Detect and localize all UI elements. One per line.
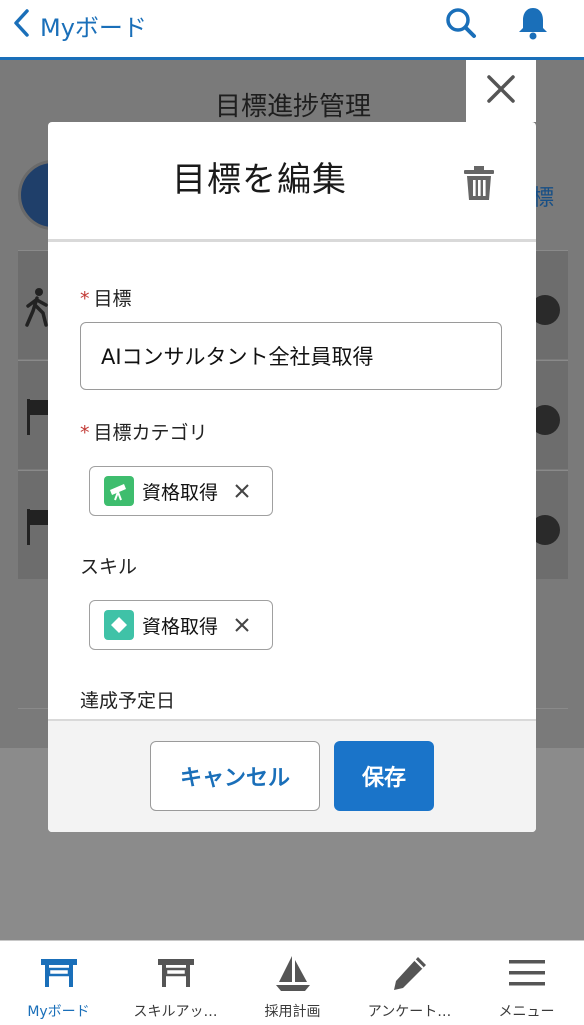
modal-header: 目標を編集 — [48, 122, 536, 242]
nav-item-survey[interactable]: アンケート… — [351, 941, 468, 1025]
flag-icon — [24, 507, 50, 551]
skill-field-label: スキル — [80, 552, 137, 579]
required-mark: * — [80, 288, 90, 310]
modal-footer: キャンセル 保存 — [48, 719, 536, 832]
board-icon — [156, 953, 196, 993]
category-tag-label: 資格取得 — [142, 481, 219, 504]
nav-label: メニュー — [498, 1004, 555, 1020]
skill-label-text: スキル — [80, 556, 138, 578]
back-button[interactable]: Myボード — [12, 8, 147, 42]
close-modal-button[interactable] — [466, 60, 536, 122]
back-label: Myボード — [40, 13, 147, 42]
goal-field-label: * 目標 — [80, 284, 132, 311]
flag-icon — [24, 397, 50, 441]
nav-item-hiring-plan[interactable]: 採用計画 — [234, 941, 351, 1025]
nav-item-menu[interactable]: メニュー — [468, 941, 584, 1025]
category-tag: 資格取得 — [89, 466, 273, 516]
goal-input-value: AIコンサルタント全社員取得 — [101, 345, 374, 369]
skill-tag-label: 資格取得 — [142, 615, 219, 638]
modal-title: 目標を編集 — [172, 160, 347, 200]
board-icon — [39, 953, 79, 993]
close-icon — [235, 618, 249, 632]
nav-label: アンケート… — [367, 1004, 452, 1020]
cancel-button[interactable]: キャンセル — [150, 741, 320, 811]
edit-goal-modal: 目標を編集 * 目標 AIコンサルタント全社員取得 * 目標カテゴリ 資格取得 スキ… — [48, 122, 536, 832]
nav-label: 採用計画 — [264, 1004, 321, 1020]
diamond-icon — [104, 610, 134, 640]
nav-item-skill-up[interactable]: スキルアッ… — [117, 941, 234, 1025]
nav-label: Myボード — [27, 1004, 90, 1020]
remove-category-button[interactable] — [232, 481, 252, 501]
nav-label: スキルアッ… — [133, 1004, 218, 1020]
search-button[interactable] — [444, 8, 478, 42]
pencil-icon — [391, 953, 429, 993]
bottom-nav: Myボード スキルアッ… 採用計画 アンケート… メニュー — [0, 940, 584, 1024]
sailboat-icon — [273, 953, 313, 993]
telescope-icon — [104, 476, 134, 506]
delete-button[interactable] — [462, 164, 496, 202]
bell-icon — [517, 6, 549, 44]
category-field-label: * 目標カテゴリ — [80, 418, 208, 445]
goal-input[interactable]: AIコンサルタント全社員取得 — [80, 322, 502, 390]
walking-person-icon — [24, 287, 50, 331]
due-date-field-label: 達成予定日 — [80, 686, 175, 713]
skill-tag: 資格取得 — [89, 600, 273, 650]
remove-skill-button[interactable] — [232, 615, 252, 635]
top-bar: Myボード — [0, 0, 584, 60]
hamburger-icon — [507, 953, 547, 993]
chevron-left-icon — [12, 8, 30, 42]
due-date-label-text: 達成予定日 — [80, 690, 176, 712]
category-label-text: 目標カテゴリ — [93, 422, 208, 444]
search-icon — [445, 7, 477, 43]
required-mark: * — [80, 422, 90, 444]
nav-item-my-board[interactable]: Myボード — [0, 941, 117, 1025]
trash-icon — [462, 166, 496, 206]
close-icon — [486, 74, 516, 108]
goal-label-text: 目標 — [93, 288, 132, 310]
save-button[interactable]: 保存 — [334, 741, 434, 811]
background-page-title: 目標進捗管理 — [215, 92, 372, 122]
close-icon — [235, 484, 249, 498]
notifications-button[interactable] — [516, 8, 550, 42]
